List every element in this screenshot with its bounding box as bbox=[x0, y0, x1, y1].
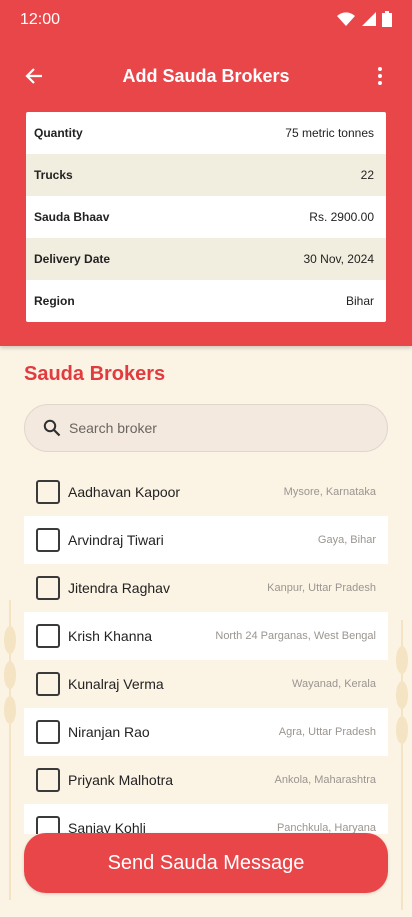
broker-checkbox[interactable] bbox=[36, 480, 60, 504]
broker-item[interactable]: Priyank Malhotra Ankola, Maharashtra bbox=[24, 756, 388, 804]
broker-item[interactable]: Arvindraj Tiwari Gaya, Bihar bbox=[24, 516, 388, 564]
more-menu-button[interactable] bbox=[368, 64, 392, 88]
detail-row-region: Region Bihar bbox=[26, 280, 386, 322]
broker-name: Jitendra Raghav bbox=[68, 580, 170, 596]
broker-item[interactable]: Niranjan Rao Agra, Uttar Pradesh bbox=[24, 708, 388, 756]
detail-label: Sauda Bhaav bbox=[34, 210, 110, 224]
search-box[interactable] bbox=[24, 404, 388, 452]
broker-location: Agra, Uttar Pradesh bbox=[278, 726, 376, 738]
broker-name: Priyank Malhotra bbox=[68, 772, 174, 788]
status-bar: 12:00 bbox=[0, 0, 412, 40]
detail-value: 22 bbox=[360, 168, 374, 182]
broker-checkbox[interactable] bbox=[36, 576, 60, 600]
send-sauda-message-button[interactable]: Send Sauda Message bbox=[24, 833, 388, 893]
wheat-decoration-icon bbox=[396, 620, 408, 910]
detail-value: 30 Nov, 2024 bbox=[303, 252, 375, 266]
broker-list[interactable]: Aadhavan Kapoor Mysore, Karnataka Arvind… bbox=[24, 468, 388, 834]
app-bar: Add Sauda Brokers bbox=[0, 56, 412, 96]
broker-location: Gaya, Bihar bbox=[317, 534, 376, 546]
broker-name: Niranjan Rao bbox=[68, 724, 150, 740]
battery-icon bbox=[382, 11, 392, 27]
broker-location: North 24 Parganas, West Bengal bbox=[215, 630, 376, 642]
status-time: 12:00 bbox=[20, 11, 61, 28]
broker-name: Kunalraj Verma bbox=[68, 676, 164, 692]
broker-checkbox[interactable] bbox=[36, 672, 60, 696]
broker-item[interactable]: Kunalraj Verma Wayanad, Kerala bbox=[24, 660, 388, 708]
broker-name: Sanjay Kohli bbox=[68, 820, 146, 834]
detail-label: Quantity bbox=[34, 126, 83, 140]
broker-location: Kanpur, Uttar Pradesh bbox=[267, 582, 376, 594]
wheat-decoration-icon bbox=[4, 600, 16, 900]
status-icons bbox=[336, 11, 392, 27]
broker-name: Krish Khanna bbox=[68, 628, 153, 644]
detail-label: Region bbox=[34, 294, 75, 308]
signal-icon bbox=[362, 12, 376, 26]
detail-value: 75 metric tonnes bbox=[285, 126, 374, 140]
broker-checkbox[interactable] bbox=[36, 768, 60, 792]
broker-location: Mysore, Karnataka bbox=[283, 486, 376, 498]
broker-item[interactable]: Aadhavan Kapoor Mysore, Karnataka bbox=[24, 468, 388, 516]
detail-value: Bihar bbox=[345, 294, 374, 308]
detail-label: Trucks bbox=[34, 168, 73, 182]
header: 12:00 Add Sauda Brokers Quantity 75 metr… bbox=[0, 0, 412, 346]
broker-location: Ankola, Maharashtra bbox=[274, 774, 377, 786]
detail-row-quantity: Quantity 75 metric tonnes bbox=[26, 112, 386, 154]
broker-item[interactable]: Krish Khanna North 24 Parganas, West Ben… bbox=[24, 612, 388, 660]
broker-checkbox[interactable] bbox=[36, 528, 60, 552]
detail-value: Rs. 2900.00 bbox=[309, 210, 374, 224]
broker-name: Arvindraj Tiwari bbox=[68, 532, 164, 548]
broker-checkbox[interactable] bbox=[36, 720, 60, 744]
more-vertical-icon bbox=[378, 67, 382, 85]
search-icon bbox=[43, 419, 61, 437]
section-title: Sauda Brokers bbox=[24, 363, 166, 385]
detail-row-trucks: Trucks 22 bbox=[26, 154, 386, 196]
sauda-details-card: Quantity 75 metric tonnes Trucks 22 Saud… bbox=[26, 112, 386, 322]
wifi-icon bbox=[337, 12, 355, 26]
broker-name: Aadhavan Kapoor bbox=[68, 484, 181, 500]
detail-label: Delivery Date bbox=[34, 252, 111, 266]
broker-item[interactable]: Jitendra Raghav Kanpur, Uttar Pradesh bbox=[24, 564, 388, 612]
search-input[interactable] bbox=[69, 420, 349, 436]
page-title: Add Sauda Brokers bbox=[122, 66, 290, 86]
detail-row-delivery-date: Delivery Date 30 Nov, 2024 bbox=[26, 238, 386, 280]
broker-checkbox[interactable] bbox=[36, 816, 60, 834]
broker-item[interactable]: Sanjay Kohli Panchkula, Haryana bbox=[24, 804, 388, 834]
broker-location: Wayanad, Kerala bbox=[292, 678, 376, 690]
detail-row-sauda-bhaav: Sauda Bhaav Rs. 2900.00 bbox=[26, 196, 386, 238]
broker-checkbox[interactable] bbox=[36, 624, 60, 648]
